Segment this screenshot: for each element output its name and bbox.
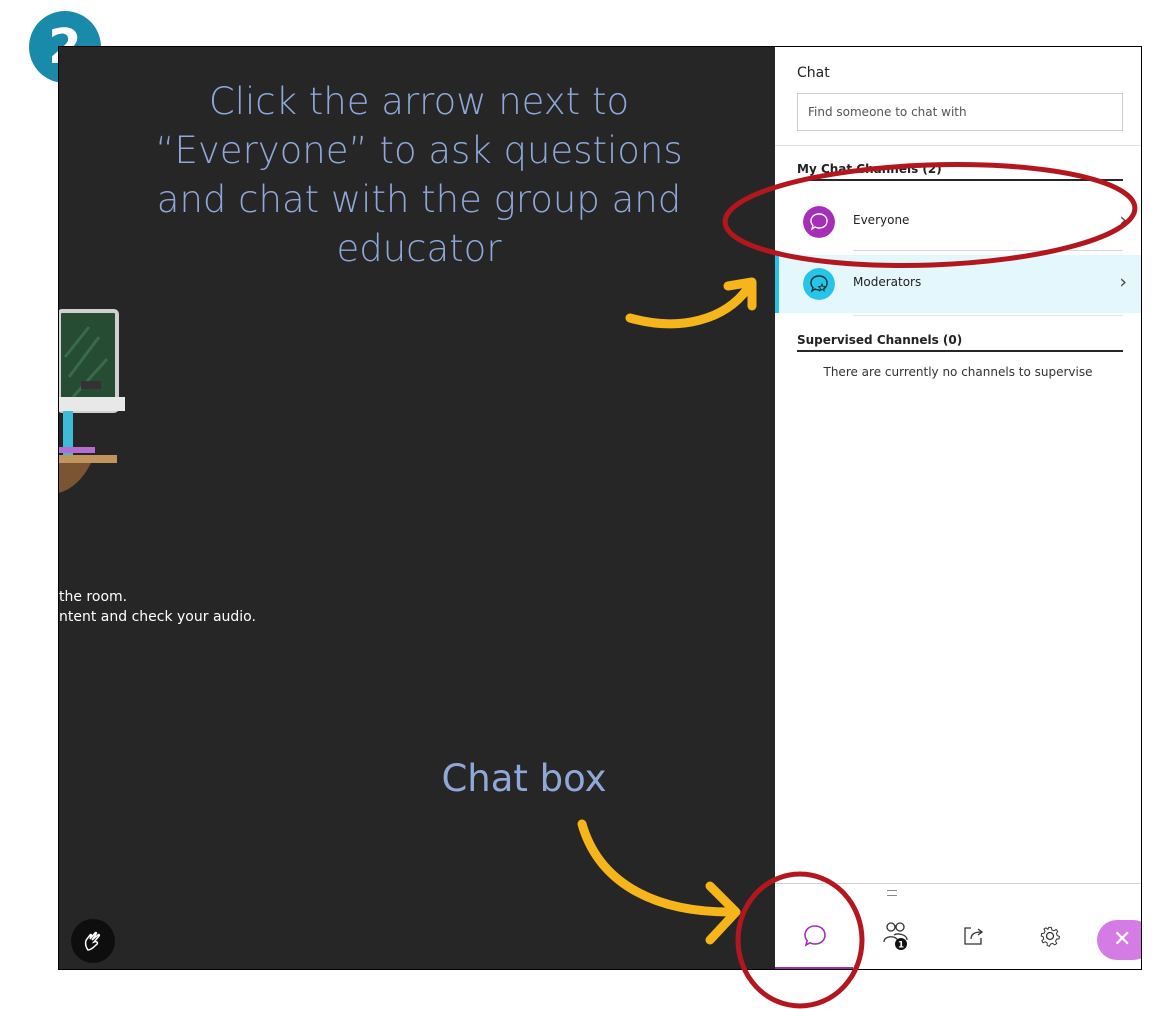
annotation-overlay xyxy=(577,162,1138,1009)
arrow-to-everyone xyxy=(625,277,757,329)
arrow-to-chat-tab xyxy=(577,819,741,945)
chat-tab-highlight-circle xyxy=(735,871,865,1009)
everyone-highlight-circle xyxy=(722,162,1138,268)
